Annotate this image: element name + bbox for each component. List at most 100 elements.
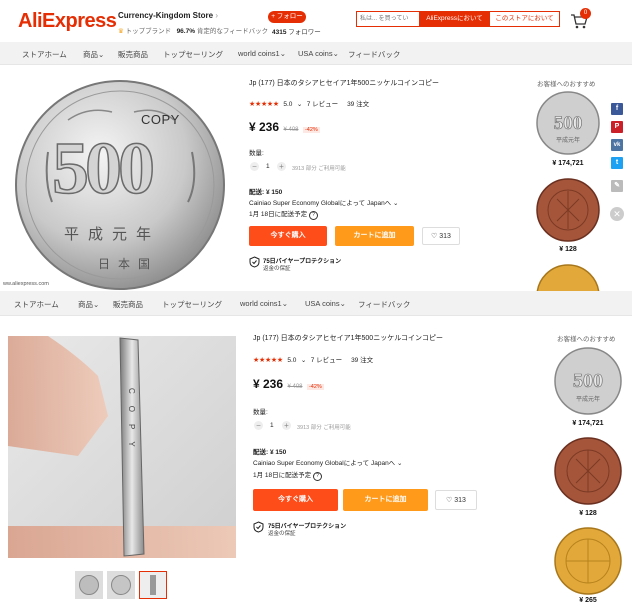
chevron-down-icon: ⌄ [98,50,105,59]
heart-icon: ♡ [446,497,453,504]
search-input[interactable] [357,12,419,26]
recommend-item-image[interactable] [553,436,623,506]
star-rating-icon: ★★★★★ [253,357,283,364]
chevron-down-icon: ⌄ [279,49,286,58]
edit-icon[interactable]: ✎ [611,180,623,192]
price: ¥ 236 [249,120,280,134]
nav-store-home[interactable]: ストアホーム [14,299,59,310]
orders-count: 39 注文 [351,357,374,364]
nav-store-home[interactable]: ストアホーム [22,49,67,60]
coin-copy-text: COPY [141,112,180,127]
wishlist-button[interactable]: ♡ 313 [435,490,477,510]
buy-now-button[interactable]: 今すぐ購入 [249,226,327,246]
store-nav: ストアホーム 商品⌄ 販売商品 トップセーリング world coins1⌄ U… [0,42,632,65]
trophy-icon: ♛ [118,28,124,35]
discount-badge: -42% [306,384,324,390]
nav-top-selling[interactable]: トップセーリング [162,299,222,310]
quantity-label: 数量: [253,409,268,416]
thumbnail[interactable] [75,571,103,599]
product-title: Jp (177) 日本のタシアヒセイア1年500ニッケルコインコピー [249,80,440,87]
discount-badge: -42% [302,127,320,133]
chevron-down-icon: ⌄ [397,460,403,467]
nav-usa-coins[interactable]: USA coins⌄ [305,299,346,308]
protection-subtitle: 返金の保証 [263,266,291,272]
nav-world-coins[interactable]: world coins1⌄ [240,299,288,308]
chevron-down-icon: ⌄ [339,299,346,308]
add-to-cart-button[interactable]: カートに追加 [343,489,428,511]
nav-sale-items[interactable]: 販売商品 [113,299,143,310]
search-aliexpress-button[interactable]: AliExpressにおいて [419,11,490,27]
add-to-cart-button[interactable]: カートに追加 [335,226,414,246]
price: ¥ 236 [253,377,284,391]
qty-minus-button[interactable]: − [254,421,263,430]
nav-feedback[interactable]: フィードバック [348,49,400,60]
recommend-item-image[interactable]: 500 平成元年 [553,346,623,416]
top-header: AliExpress Currency-Kingdom Store › ♛ トッ… [0,0,632,42]
coin-country-text: 日本国 [98,257,159,271]
nav-products[interactable]: 商品⌄ [83,49,104,60]
qty-minus-button[interactable]: − [250,162,259,171]
qty-plus-button[interactable]: + [277,162,286,171]
quantity-label: 数量: [249,150,264,157]
stock-available: 3913 部分 ご利用可能 [292,166,346,172]
product-panel-top: COPY 500 平成元年 日本国 ww.aliexpress.com Jp (… [0,65,632,291]
old-price: ¥ 408 [283,127,299,133]
shipping-cost: 配送: ¥ 150 [253,449,287,456]
product-title: Jp (177) 日本のタシアヒセイア1年500ニッケルコインコピー [253,335,444,342]
qty-value[interactable]: 1 [270,422,274,429]
recommend-item-image[interactable]: 500 平成元年 [535,90,601,156]
svg-text:500: 500 [554,113,583,134]
nav-products[interactable]: 商品⌄ [78,299,99,310]
product-panel-bottom: ストアホーム 商品⌄ 販売商品 トップセーリング world coins1⌄ U… [0,293,632,605]
vk-icon[interactable]: vk [611,139,623,151]
coin-edge-image[interactable] [8,336,236,558]
recommend-item-image[interactable] [535,177,601,243]
chevron-down-icon: ⌄ [296,101,303,108]
pinterest-icon[interactable]: P [611,121,623,133]
recommend-item-image[interactable] [553,526,623,596]
shipping-method[interactable]: Cainiao Super Economy Globalによって Japanへ … [249,197,398,207]
chevron-down-icon: ⌄ [393,200,399,207]
reviews-link[interactable]: 7 レビュー [311,357,342,364]
chevron-down-icon: ⌄ [281,299,288,308]
search-store-button[interactable]: このストアにおいて [490,12,559,26]
old-price: ¥ 408 [287,384,303,390]
wishlist-button[interactable]: ♡ 313 [422,227,460,245]
rating-row: ★★★★★ 5.0 ⌄ 7 レビュー 39 注文 [253,349,373,367]
help-icon[interactable]: ? [312,472,322,481]
nav-feedback[interactable]: フィードバック [358,299,410,310]
twitter-icon[interactable]: t [611,157,623,169]
coin-value-text: 500 [51,127,156,211]
close-icon[interactable]: ✕ [610,207,624,221]
qty-value[interactable]: 1 [266,163,270,170]
qty-plus-button[interactable]: + [282,421,291,430]
recommend-price: ¥ 128 [579,510,597,517]
nav-top-selling[interactable]: トップセーリング [163,49,223,60]
store-name[interactable]: Currency-Kingdom Store › [118,11,218,20]
nav-world-coins[interactable]: world coins1⌄ [238,49,286,58]
help-icon[interactable]: ? [308,211,318,220]
protection-subtitle: 返金の保証 [268,531,296,537]
shipping-cost: 配送: ¥ 150 [249,189,283,196]
delivery-date: 1月 18日に配送予定 ? [253,469,322,481]
nav-sale-items[interactable]: 販売商品 [118,49,148,60]
recommend-item-image[interactable] [535,263,601,291]
nav-usa-coins[interactable]: USA coins⌄ [298,49,339,58]
facebook-icon[interactable]: f [611,103,623,115]
shipping-method[interactable]: Cainiao Super Economy Globalによって Japanへ … [253,457,402,467]
rating-value: 5.0 [287,357,297,364]
recommend-price: ¥ 174,721 [552,160,584,167]
reviews-link[interactable]: 7 レビュー [307,101,338,108]
cart-count-badge: 0 [580,8,591,19]
recommend-title: お客様へのおすすめ [557,336,616,343]
chevron-down-icon: ⌄ [93,300,100,309]
aliexpress-logo[interactable]: AliExpress [18,10,117,33]
follow-button[interactable]: + フォロー [268,11,306,23]
recommend-price: ¥ 128 [559,246,577,253]
recommend-title: お客様へのおすすめ [537,81,596,88]
store-meta: ♛ トップブランド 96.7% 肯定的なフィードバック [118,28,269,35]
price-row: ¥ 236 ¥ 408 -42% [253,375,324,393]
thumbnail-selected[interactable] [139,571,167,599]
buy-now-button[interactable]: 今すぐ購入 [253,489,338,511]
thumbnail[interactable] [107,571,135,599]
